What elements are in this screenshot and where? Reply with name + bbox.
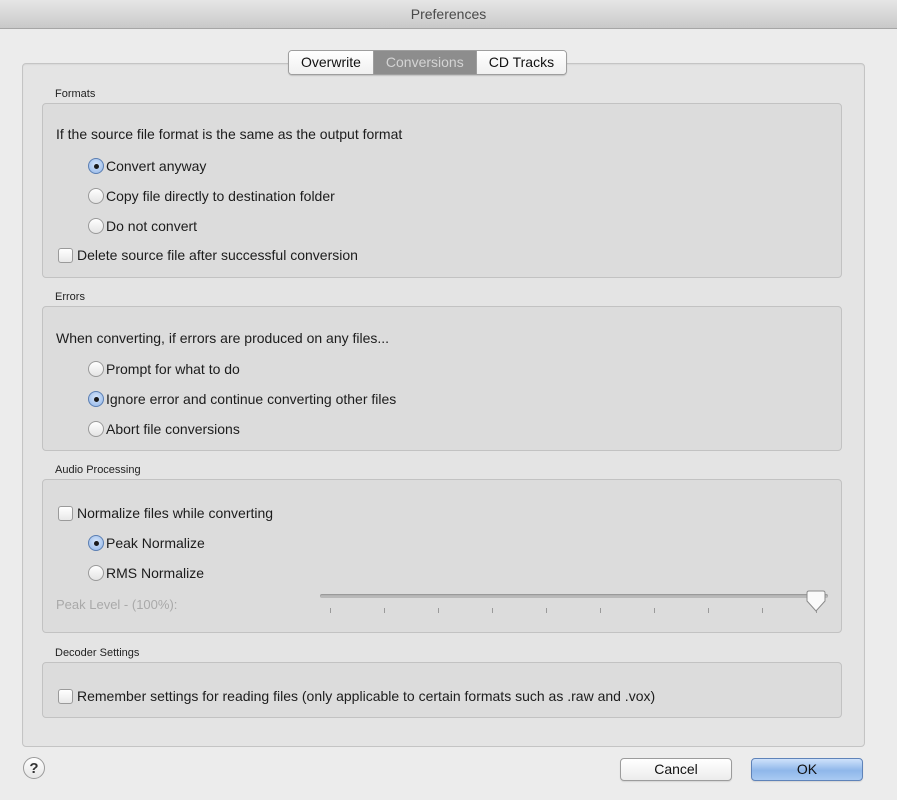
slider-tick	[654, 608, 655, 613]
audio-section-label: Audio Processing	[55, 464, 141, 476]
radio-button-selected[interactable]	[88, 535, 104, 551]
radio-label: Copy file directly to destination folder	[106, 188, 335, 204]
radio-abort[interactable]: Abort file conversions	[88, 421, 240, 437]
formats-prompt: If the source file format is the same as…	[56, 126, 402, 142]
ok-button[interactable]: OK	[751, 758, 863, 781]
radio-button[interactable]	[88, 421, 104, 437]
slider-tick	[438, 608, 439, 613]
peak-level-text: Peak Level - (100%):	[56, 597, 178, 612]
peak-level-slider-thumb[interactable]	[806, 590, 826, 612]
question-mark-icon: ?	[29, 760, 39, 777]
checkbox-label: Normalize files while converting	[77, 505, 274, 521]
window-title-bar: Preferences	[0, 0, 897, 29]
radio-label: Convert anyway	[106, 158, 207, 174]
radio-prompt[interactable]: Prompt for what to do	[88, 361, 240, 377]
formats-prompt-text: If the source file format is the same as…	[56, 126, 403, 142]
radio-label: Prompt for what to do	[106, 361, 240, 377]
tab-overwrite[interactable]: Overwrite	[289, 51, 374, 74]
slider-tick	[384, 608, 385, 613]
checkbox-normalize[interactable]: Normalize files while converting	[58, 505, 273, 521]
peak-level-slider-track[interactable]	[320, 594, 828, 598]
slider-tick	[330, 608, 331, 613]
radio-label: Peak Normalize	[106, 535, 205, 551]
checkbox-label: Remember settings for reading files (onl…	[77, 688, 656, 704]
formats-section-label: Formats	[55, 88, 96, 100]
checkbox[interactable]	[58, 688, 73, 704]
radio-convert-anyway[interactable]: Convert anyway	[88, 158, 206, 174]
checkbox[interactable]	[58, 247, 73, 263]
slider-tick	[600, 608, 601, 613]
radio-ignore-error[interactable]: Ignore error and continue converting oth…	[88, 391, 396, 407]
slider-tick	[708, 608, 709, 613]
radio-button[interactable]	[88, 188, 104, 204]
errors-prompt: When converting, if errors are produced …	[56, 330, 389, 346]
radio-label: Ignore error and continue converting oth…	[106, 391, 397, 407]
radio-do-not-convert[interactable]: Do not convert	[88, 218, 197, 234]
radio-peak-normalize[interactable]: Peak Normalize	[88, 535, 205, 551]
radio-button-selected[interactable]	[88, 158, 104, 174]
errors-section-label: Errors	[55, 291, 85, 303]
radio-copy-file[interactable]: Copy file directly to destination folder	[88, 188, 335, 204]
radio-label: Do not convert	[106, 218, 198, 234]
peak-level-label: Peak Level - (100%):	[56, 597, 177, 612]
slider-tick	[762, 608, 763, 613]
checkbox[interactable]	[58, 505, 73, 521]
radio-button[interactable]	[88, 218, 104, 234]
radio-rms-normalize[interactable]: RMS Normalize	[88, 565, 204, 581]
radio-label: Abort file conversions	[106, 421, 240, 437]
slider-tick	[546, 608, 547, 613]
tab-cd-tracks[interactable]: CD Tracks	[476, 51, 567, 74]
decoder-section-label: Decoder Settings	[55, 647, 140, 659]
slider-tick	[492, 608, 493, 613]
errors-prompt-text: When converting, if errors are produced …	[56, 330, 390, 346]
radio-button[interactable]	[88, 361, 104, 377]
radio-label: RMS Normalize	[106, 565, 205, 581]
radio-button[interactable]	[88, 565, 104, 581]
tab-conversions[interactable]: Conversions	[373, 51, 477, 74]
cancel-button[interactable]: Cancel	[620, 758, 732, 781]
radio-button-selected[interactable]	[88, 391, 104, 407]
tab-bar: Overwrite Conversions CD Tracks	[288, 50, 568, 75]
checkbox-remember-settings[interactable]: Remember settings for reading files (onl…	[58, 688, 655, 704]
checkbox-label: Delete source file after successful conv…	[77, 247, 358, 263]
window-title: Preferences	[410, 6, 487, 22]
checkbox-delete-source[interactable]: Delete source file after successful conv…	[58, 247, 358, 263]
help-button[interactable]: ?	[23, 757, 45, 779]
